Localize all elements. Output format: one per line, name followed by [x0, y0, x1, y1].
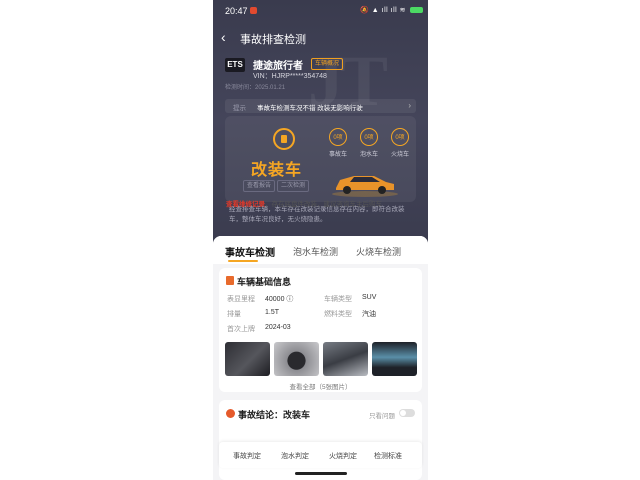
first-registration-value: 2024-03 — [265, 324, 291, 331]
conclusion-detail: 查看维修记录，存在底盘件改装，建议咨询车主后购车 — [226, 198, 412, 208]
first-registration-label: 首次上牌 — [227, 326, 255, 333]
tips-label: 提示 — [233, 105, 246, 112]
problems-only-toggle[interactable] — [399, 409, 415, 417]
tab-flood[interactable]: 泡水车检测 — [293, 245, 338, 258]
displacement-value: 1.5T — [265, 309, 280, 316]
vehicle-name: 捷途旅行者 — [253, 61, 303, 72]
vehicle-photo-3[interactable] — [323, 342, 368, 376]
status-bar: 20:47 🔕 ▲ ıll ıll ≋ — [213, 0, 428, 22]
result-description: 经查排查车辆，本车存在改装记录信息存在内容，即符合改装车，整体车况良好，无火烧隐… — [229, 206, 405, 223]
vin-number: VIN：HJRP*****354748 — [253, 73, 327, 80]
vehicle-type-value: SUV — [362, 294, 377, 301]
navigation-bar: ‹ 事故排查检测 — [213, 27, 428, 49]
conclusion-title: 事故结论：改装车 — [238, 410, 311, 420]
bottom-nav: 事故判定 泡水判定 火烧判定 检测标准 — [219, 442, 422, 468]
status-icons: 🔕 ▲ ıll ıll ≋ — [360, 7, 406, 14]
status-time: 20:47 — [225, 6, 248, 16]
fire-check-label: 火烧车 — [390, 152, 409, 158]
battery-icon — [410, 7, 423, 13]
flood-check-label: 泡水车 — [359, 152, 378, 158]
basic-info-card: 车辆基础信息 表显里程 40000 ⓘ 车辆类型 SUV 排量 1.5T 燃料类… — [219, 268, 422, 392]
basic-info-title: 车辆基础信息 — [237, 277, 292, 287]
vehicle-tag[interactable]: 车辆概况 — [311, 58, 344, 70]
tab-bar: 事故车检测 泡水车检测 火烧车检测 — [213, 236, 428, 264]
bottom-nav-accident[interactable]: 事故判定 — [233, 451, 261, 461]
car-illustration — [332, 176, 398, 197]
tips-banner[interactable]: 提示 事故车检测车况不错 改装无影响行驶 › — [225, 99, 416, 113]
result-card: 改装车 查看报告 二次检测 0项 事故车 0项 泡水车 0项 火烧车 — [225, 116, 416, 202]
bottom-nav-flood[interactable]: 泡水判定 — [281, 451, 309, 461]
chevron-right-icon: › — [408, 101, 411, 110]
accident-check-icon: 0项 — [329, 128, 347, 146]
flood-check-icon: 0项 — [360, 128, 378, 146]
mileage-label: 表显里程 — [227, 296, 255, 303]
page-title: 事故排查检测 — [240, 34, 306, 46]
tips-text: 事故车检测车况不错 改装无影响行驶 — [257, 105, 363, 112]
vehicle-photo-4[interactable] — [372, 342, 417, 376]
bottom-nav-fire[interactable]: 火烧判定 — [329, 451, 357, 461]
brand-logo: ETS — [225, 58, 245, 72]
tab-accident[interactable]: 事故车检测 — [225, 244, 275, 259]
mileage-value: 40000 ⓘ — [265, 296, 294, 303]
problems-only-label: 只看问题 — [369, 413, 395, 420]
report-date: 检测时间：2025.01.21 — [225, 85, 286, 91]
tab-fire[interactable]: 火烧车检测 — [356, 245, 401, 258]
chevron-left-icon[interactable]: ‹ — [221, 29, 226, 45]
recheck-button[interactable]: 二次检测 — [277, 180, 310, 192]
vehicle-photo-2[interactable] — [274, 342, 319, 376]
document-icon — [226, 276, 234, 285]
home-indicator[interactable] — [295, 472, 347, 475]
accident-check-label: 事故车 — [328, 152, 347, 158]
see-all-photos-link[interactable]: 查看全部（5张图片） — [219, 381, 422, 391]
vehicle-type-label: 车辆类型 — [324, 296, 352, 303]
displacement-label: 排量 — [227, 311, 241, 318]
fire-check-icon: 0项 — [391, 128, 409, 146]
bottom-nav-standard[interactable]: 检测标准 — [374, 451, 402, 461]
result-title: 改装车 — [251, 162, 303, 179]
conclusion-card: 事故结论：改装车 只看问题 — [219, 400, 422, 480]
fuel-type-value: 汽油 — [362, 311, 376, 318]
tab-indicator — [228, 260, 258, 262]
conclusion-detail-text: ，存在底盘件改装，建议咨询车主后购车 — [265, 201, 382, 208]
wrench-icon — [273, 128, 295, 150]
vehicle-photo-1[interactable] — [225, 342, 270, 376]
notification-icon — [250, 7, 257, 14]
view-report-button[interactable]: 查看报告 — [243, 180, 276, 192]
phone-screen: JT 20:47 🔕 ▲ ıll ıll ≋ ‹ 事故排查检测 ETS 捷途旅行… — [213, 0, 428, 480]
alert-icon — [226, 409, 235, 418]
fuel-type-label: 燃料类型 — [324, 311, 352, 318]
maintenance-record-link[interactable]: 查看维修记录 — [226, 201, 265, 208]
